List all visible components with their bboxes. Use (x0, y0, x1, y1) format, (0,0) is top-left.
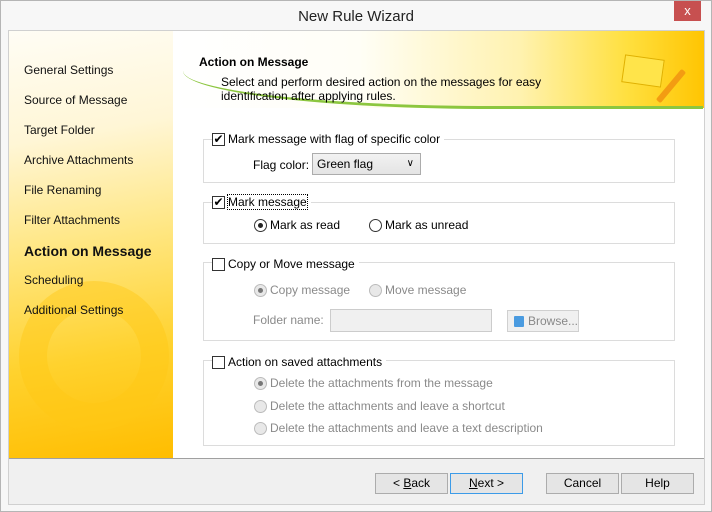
copy-message-label: Copy message (270, 283, 351, 297)
browse-button[interactable]: Browse... (507, 310, 579, 332)
radio-icon (254, 421, 267, 435)
sidebar-item-general-settings[interactable]: General Settings (24, 63, 113, 77)
next-accel: N (468, 476, 478, 490)
leave-text-description-radio[interactable]: Delete the attachments and leave a text … (254, 421, 543, 435)
leave-shortcut-radio[interactable]: Delete the attachments and leave a short… (254, 399, 505, 413)
back-rest: ack (411, 476, 431, 490)
sidebar-item-action-on-message[interactable]: Action on Message (24, 243, 152, 259)
flag-checkbox-label: Mark message with flag of specific color (228, 132, 441, 146)
button-bar: < Back Next > Cancel Help (9, 458, 704, 504)
flag-color-value: Green flag (317, 157, 374, 171)
flag-checkbox[interactable]: ✔ Mark message with flag of specific col… (212, 131, 445, 146)
sidebar-item-target-folder[interactable]: Target Folder (24, 123, 95, 137)
delete-attachments-radio[interactable]: Delete the attachments from the message (254, 376, 493, 390)
radio-icon (254, 399, 267, 413)
radio-selected-icon (254, 376, 267, 390)
page-title: Action on Message (199, 55, 309, 69)
delete-attachments-label: Delete the attachments from the message (270, 376, 493, 390)
help-button[interactable]: Help (621, 473, 694, 494)
copy-message-radio[interactable]: Copy message (254, 283, 350, 297)
move-message-radio[interactable]: Move message (369, 283, 466, 297)
mark-as-unread-label: Mark as unread (385, 218, 469, 232)
checkbox-icon (212, 257, 225, 271)
copy-move-label: Copy or Move message (228, 257, 355, 271)
page-description: Select and perform desired action on the… (221, 75, 542, 103)
back-prefix: < (392, 476, 404, 490)
folder-icon (514, 315, 524, 327)
close-icon: x (684, 3, 691, 18)
flag-color-label: Flag color: (253, 158, 310, 172)
chevron-down-icon: ∨ (406, 158, 414, 169)
cancel-button[interactable]: Cancel (546, 473, 619, 494)
mark-as-read-label: Mark as read (270, 218, 341, 232)
back-button[interactable]: < Back (375, 473, 448, 494)
mark-message-checkbox[interactable]: ✔ Mark message (212, 194, 311, 210)
close-button[interactable]: x (674, 1, 701, 21)
radio-selected-icon (254, 218, 267, 232)
window-title: New Rule Wizard (298, 8, 414, 25)
mark-message-label: Mark message (227, 194, 308, 210)
folder-name-input[interactable] (330, 309, 492, 332)
browse-label: Browse... (527, 314, 578, 328)
sidebar-item-source-of-message[interactable]: Source of Message (24, 93, 127, 107)
folder-name-label: Folder name: (253, 313, 324, 327)
mark-as-unread-radio[interactable]: Mark as unread (369, 218, 468, 232)
sidebar: General Settings Source of Message Targe… (9, 31, 173, 458)
envelope-icon (621, 54, 665, 88)
sidebar-item-scheduling[interactable]: Scheduling (24, 273, 83, 287)
next-button[interactable]: Next > (450, 473, 523, 494)
attachments-label: Action on saved attachments (228, 355, 383, 369)
sidebar-item-archive-attachments[interactable]: Archive Attachments (24, 153, 133, 167)
leave-text-description-label: Delete the attachments and leave a text … (270, 421, 543, 435)
flag-color-select[interactable]: Green flag ∨ (312, 153, 421, 175)
next-rest: ext > (477, 476, 505, 490)
attachments-checkbox[interactable]: Action on saved attachments (212, 355, 387, 369)
sidebar-item-additional-settings[interactable]: Additional Settings (24, 303, 123, 317)
checkbox-checked-icon: ✔ (212, 131, 225, 146)
copy-move-checkbox[interactable]: Copy or Move message (212, 257, 359, 271)
radio-selected-icon (254, 283, 267, 297)
sidebar-item-filter-attachments[interactable]: Filter Attachments (24, 213, 120, 227)
wizard-window: New Rule Wizard x General Settings Sourc… (0, 0, 712, 512)
radio-icon (369, 218, 382, 232)
sidebar-item-file-renaming[interactable]: File Renaming (24, 183, 101, 197)
move-message-label: Move message (385, 283, 467, 297)
leave-shortcut-label: Delete the attachments and leave a short… (270, 399, 505, 413)
checkbox-icon (212, 355, 225, 369)
page-header: Action on Message Select and perform des… (173, 31, 704, 109)
radio-icon (369, 283, 382, 297)
mark-as-read-radio[interactable]: Mark as read (254, 218, 340, 232)
checkbox-checked-icon: ✔ (212, 194, 225, 209)
